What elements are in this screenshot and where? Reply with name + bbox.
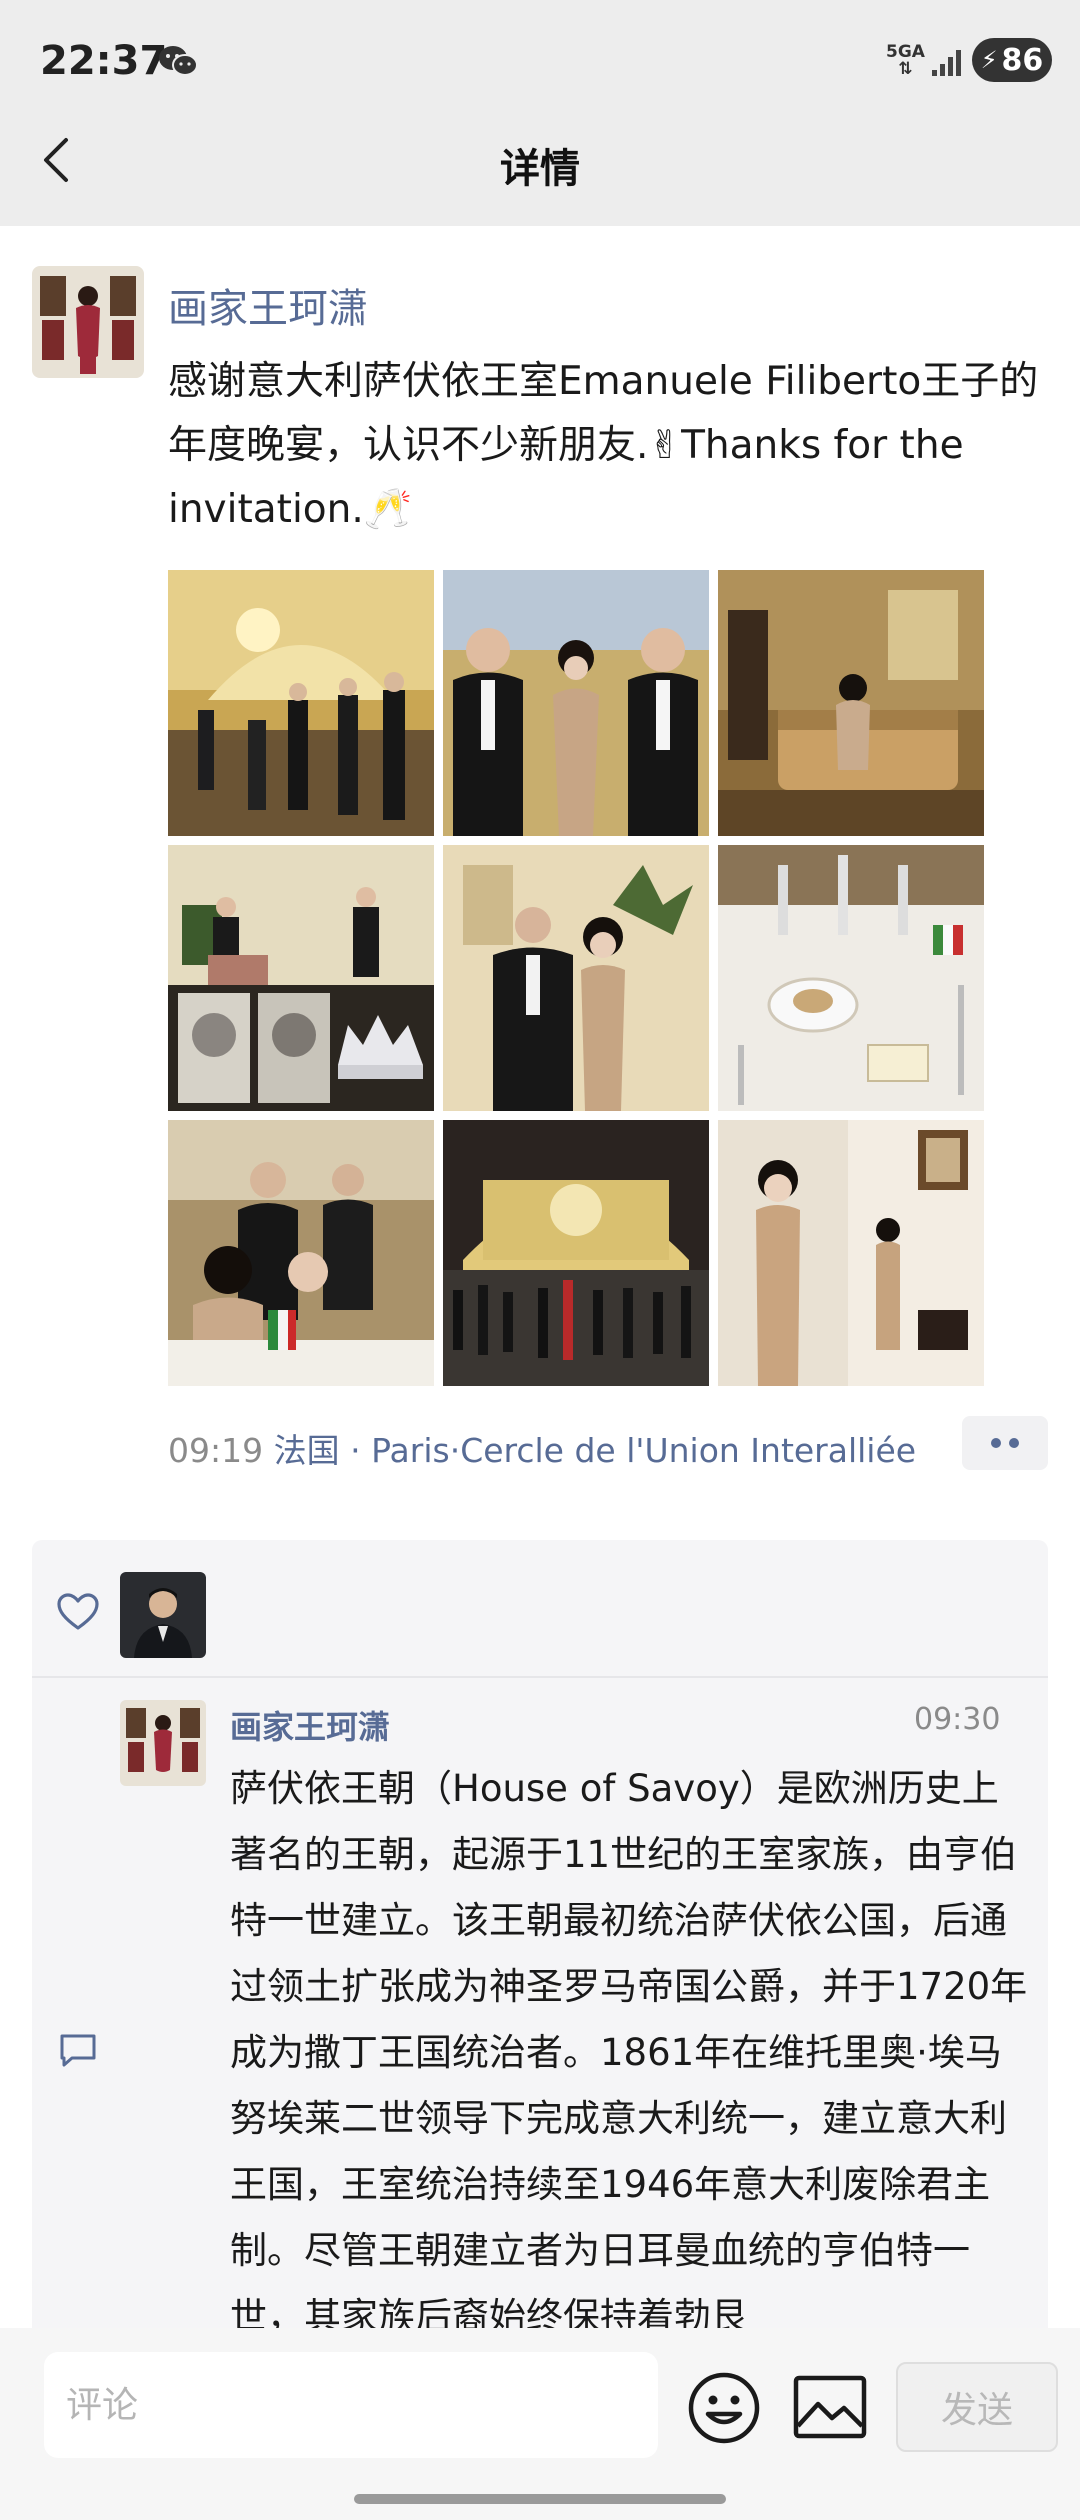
battery-indicator: ⚡ 86 (972, 38, 1052, 82)
commenter-avatar[interactable] (120, 1700, 206, 1786)
photo-thumbnail[interactable] (168, 1120, 434, 1386)
comment-text: 萨伏依王朝（House of Savoy）是欧洲历史上著名的王朝，起源于11世纪… (230, 1767, 1028, 2338)
liker-avatar[interactable] (120, 1572, 206, 1658)
comment-time: 09:30 (914, 1702, 1001, 1737)
post-text: 感谢意大利萨伏依王室Emanuele Filiberto王子的年度晚宴，认识不少… (168, 359, 1039, 532)
photo-thumbnail[interactable] (443, 1120, 709, 1386)
post-time: 09:19 (168, 1431, 264, 1470)
home-indicator (354, 2494, 726, 2504)
comment-bubble-icon (60, 2034, 96, 2067)
comment-author-name[interactable]: 画家王珂潇 (230, 1702, 390, 1748)
photo-grid (168, 570, 984, 1388)
signal-icon (932, 50, 961, 76)
status-time: 22:37 (40, 38, 168, 84)
post-location[interactable]: 法国 · Paris·Cercle de l'Union Interalliée (274, 1431, 916, 1470)
wechat-icon (159, 46, 198, 76)
charging-icon: ⚡ (980, 46, 998, 74)
photo-thumbnail[interactable] (168, 570, 434, 836)
more-actions-button[interactable] (962, 1416, 1048, 1470)
network-type: 5GA ⇅ (886, 42, 925, 79)
author-avatar[interactable] (32, 266, 144, 378)
photo-thumbnail[interactable] (718, 1120, 984, 1386)
post-meta: 09:19 法国 · Paris·Cercle de l'Union Inter… (168, 1424, 916, 1472)
photo-thumbnail[interactable] (718, 845, 984, 1111)
heart-outline-icon (57, 1593, 99, 1630)
comment-input[interactable] (44, 2352, 658, 2458)
dot-icon (1009, 1438, 1019, 1448)
page-title: 详情 (500, 146, 580, 192)
photo-thumbnail[interactable] (168, 845, 434, 1111)
send-button[interactable]: 发送 (896, 2362, 1058, 2452)
post-author-name[interactable]: 画家王珂潇 (168, 276, 368, 334)
image-icon[interactable] (792, 2374, 868, 2440)
divider (32, 1676, 1048, 1678)
dot-icon (991, 1438, 1001, 1448)
photo-thumbnail[interactable] (718, 570, 984, 836)
photo-thumbnail[interactable] (443, 570, 709, 836)
photo-thumbnail[interactable] (443, 845, 709, 1111)
emoji-icon[interactable] (686, 2370, 762, 2446)
